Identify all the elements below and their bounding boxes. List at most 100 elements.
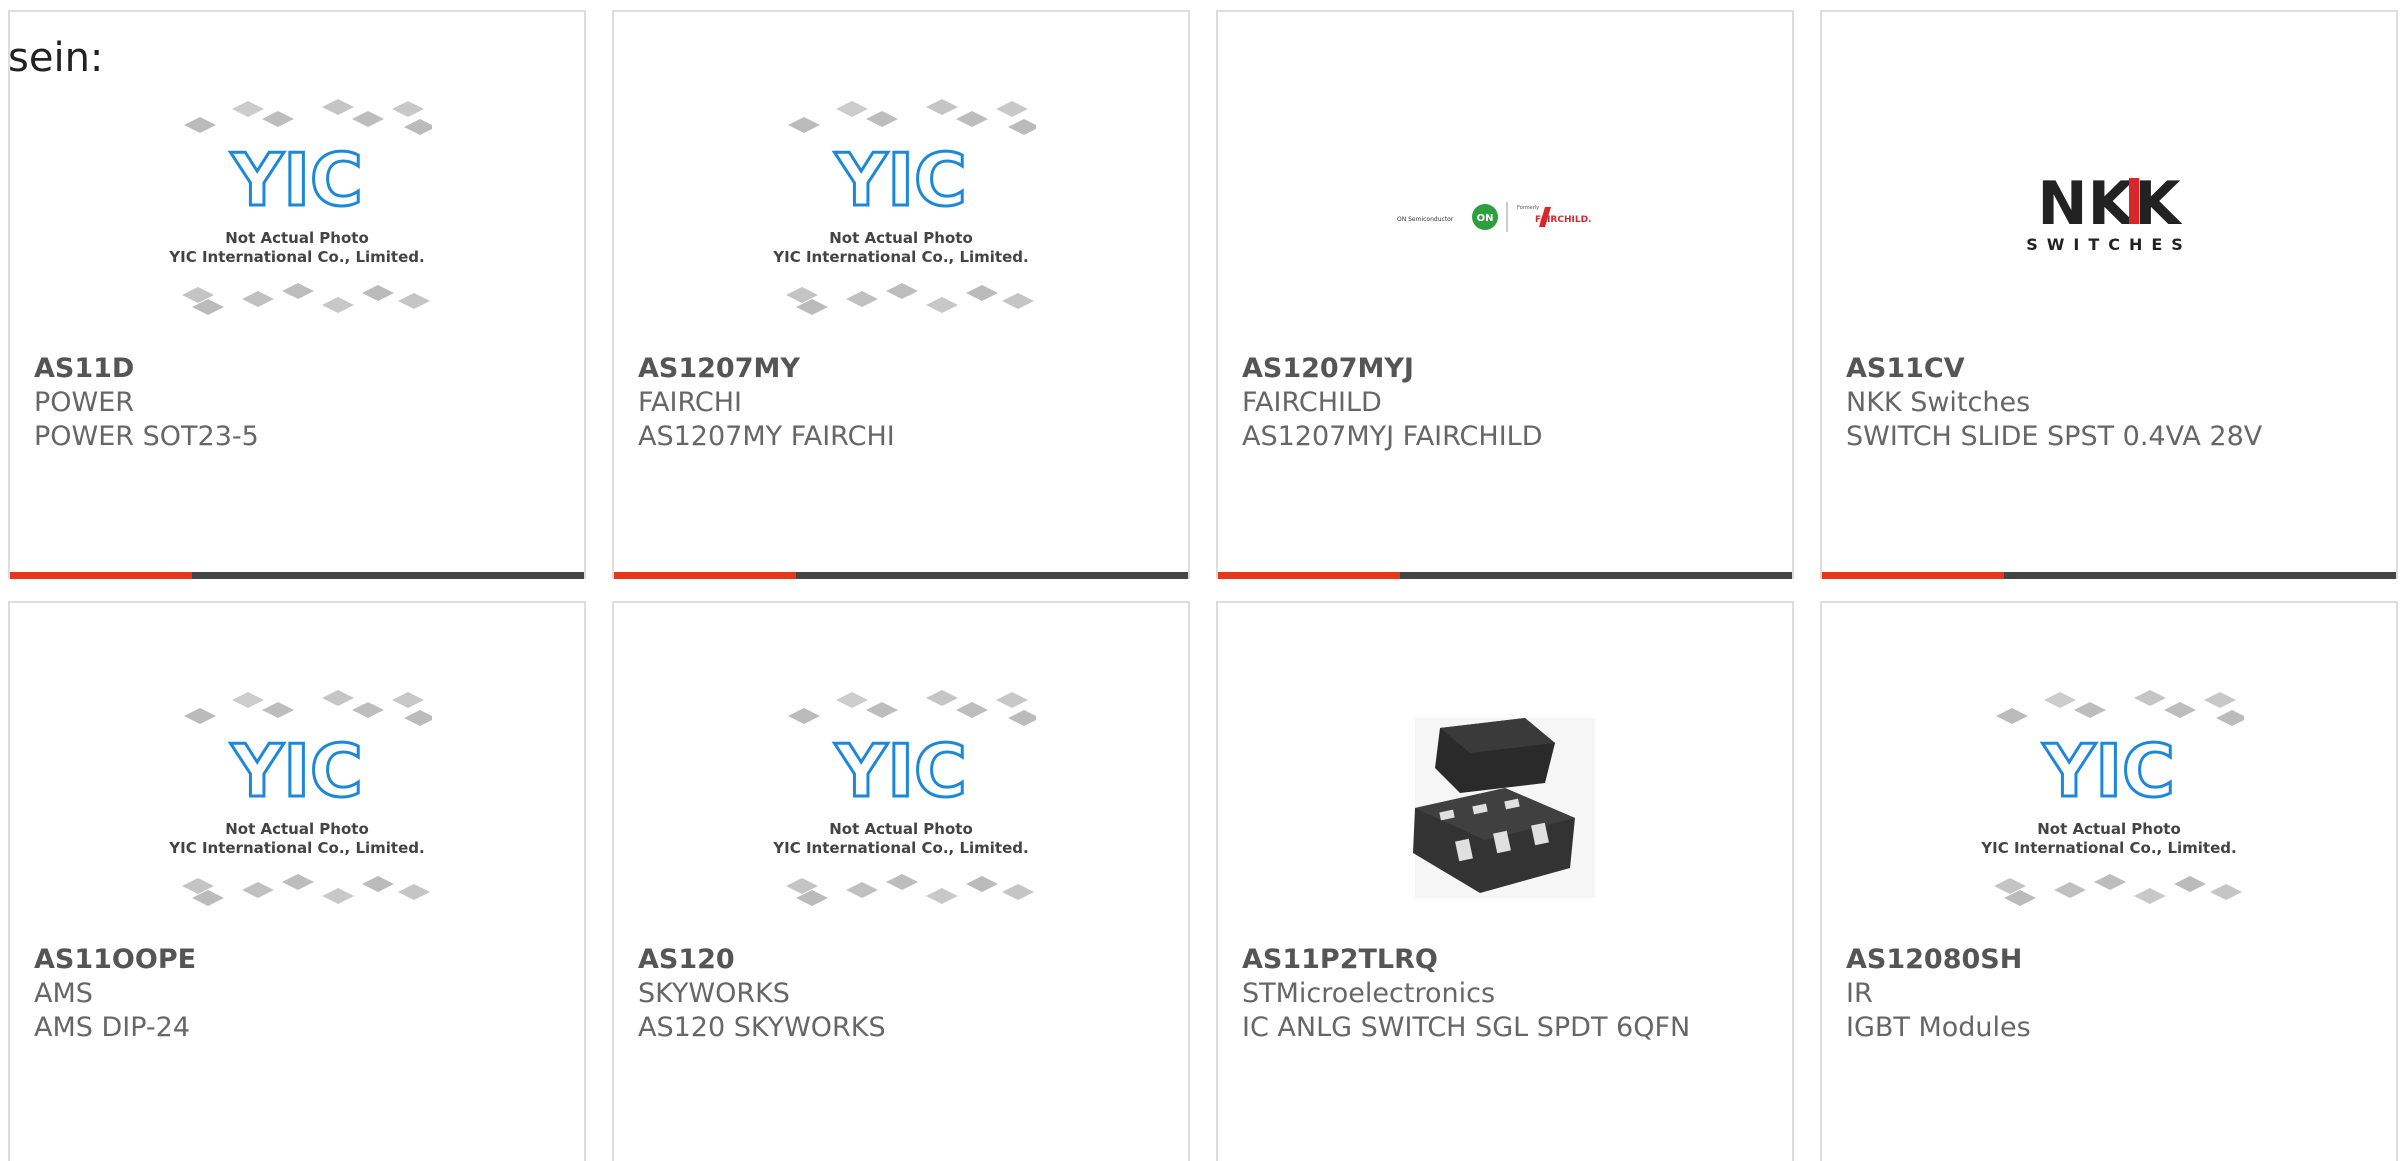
manufacturer-name: SKYWORKS bbox=[638, 978, 790, 1009]
card-bottom-bar bbox=[614, 572, 1188, 579]
chip-illustration bbox=[392, 101, 424, 117]
chip-illustration bbox=[788, 117, 820, 133]
company-name-label: YIC International Co., Limited. bbox=[168, 248, 424, 266]
chip-illustration bbox=[866, 702, 898, 718]
chip-illustration bbox=[2134, 690, 2166, 706]
formerly-text: Formerly bbox=[1517, 205, 1539, 211]
nkk-logo-text: NKK bbox=[2037, 172, 2183, 239]
part-number-link[interactable]: AS1207MYJ bbox=[1242, 352, 1768, 386]
chip-illustration bbox=[352, 111, 384, 127]
card-accent-bar bbox=[1822, 572, 2004, 579]
chip-illustration bbox=[2210, 884, 2242, 900]
qfn-chip-photo bbox=[1413, 718, 1595, 898]
card-bottom-bar bbox=[10, 572, 584, 579]
placeholder-image: YIC Not Actual Photo YIC International Co.… bbox=[766, 686, 1040, 930]
product-card[interactable]: YIC Not Actual Photo YIC International Co.… bbox=[8, 10, 586, 579]
card-bottom-bar bbox=[1822, 572, 2396, 579]
chip-illustration bbox=[262, 111, 294, 127]
product-image[interactable]: YIC Not Actual Photo YIC International Co.… bbox=[614, 92, 1188, 342]
product-image[interactable]: YIC Not Actual Photo YIC International Co.… bbox=[1822, 683, 2396, 933]
placeholder-graphic: YIC Not Actual PhotoYIC International Co.… bbox=[168, 99, 436, 315]
chip-illustration bbox=[362, 285, 394, 301]
on-semi-text: ON Semiconductor bbox=[1397, 216, 1454, 223]
yic-logo: YIC bbox=[834, 138, 967, 222]
nkk-red-accent bbox=[2129, 178, 2139, 224]
placeholder-image: YIC Not Actual Photo YIC International Co.… bbox=[162, 686, 436, 930]
chip-illustration bbox=[2094, 874, 2126, 890]
chip-illustration bbox=[242, 882, 274, 898]
chip-illustration bbox=[404, 710, 436, 726]
card-accent-bar bbox=[614, 572, 796, 579]
placeholder-graphic: YIC Not Actual PhotoYIC International Co.… bbox=[1980, 690, 2248, 906]
placeholder-image: YIC Not Actual Photo YIC International Co.… bbox=[766, 95, 1040, 339]
chip-illustration bbox=[2054, 882, 2086, 898]
part-number-link[interactable]: AS1207MY bbox=[638, 352, 1164, 386]
chip-illustration bbox=[2044, 692, 2076, 708]
part-number-link[interactable]: AS11CV bbox=[1846, 352, 2372, 386]
chip-illustration bbox=[966, 285, 998, 301]
product-image[interactable]: YIC Not Actual Photo YIC International Co.… bbox=[614, 683, 1188, 933]
product-image[interactable]: YIC Not Actual Photo YIC International Co.… bbox=[10, 683, 584, 933]
product-image[interactable] bbox=[1218, 683, 1792, 933]
chip-illustration bbox=[232, 101, 264, 117]
chip-illustration bbox=[836, 692, 868, 708]
chip-illustration bbox=[322, 888, 354, 904]
card-bottom-bar bbox=[1218, 572, 1792, 579]
not-actual-photo-label: Not Actual Photo bbox=[829, 229, 973, 247]
manufacturer-name: POWER bbox=[34, 387, 135, 418]
product-image[interactable]: YIC Not Actual Photo YIC International Co.… bbox=[10, 92, 584, 342]
card-accent-bar bbox=[1218, 572, 1400, 579]
chip-illustration bbox=[956, 702, 988, 718]
chip-illustration bbox=[788, 708, 820, 724]
nkk-switches-text: SWITCHES bbox=[2026, 235, 2192, 254]
chip-illustration bbox=[262, 702, 294, 718]
card-accent-bar bbox=[10, 572, 192, 579]
product-image[interactable]: NKK SWITCHES bbox=[1822, 92, 2396, 342]
manufacturer-name: FAIRCHILD bbox=[1242, 387, 1382, 418]
not-actual-photo-label: Not Actual Photo bbox=[225, 820, 369, 838]
company-name-label: YIC International Co., Limited. bbox=[1980, 839, 2236, 857]
part-number-link[interactable]: AS120 bbox=[638, 943, 1164, 977]
chip-illustration bbox=[322, 297, 354, 313]
product-image[interactable]: ON Semiconductor ON Formerly FAIRCHILD. bbox=[1218, 92, 1792, 342]
part-number-link[interactable]: AS11OOPE bbox=[34, 943, 560, 977]
chip-illustration bbox=[926, 99, 958, 115]
product-description: IGBT Modules bbox=[1846, 1012, 2031, 1043]
chip-illustration bbox=[1008, 710, 1040, 726]
chip-illustration bbox=[926, 888, 958, 904]
chip-illustration bbox=[926, 297, 958, 313]
product-description: AS120 SKYWORKS bbox=[638, 1012, 886, 1043]
chip-illustration bbox=[398, 884, 430, 900]
chip-illustration bbox=[956, 111, 988, 127]
chip-illustration bbox=[1008, 119, 1040, 135]
yic-logo: YIC bbox=[230, 138, 363, 222]
manufacturer-name: IR bbox=[1846, 978, 1873, 1009]
chip-illustration bbox=[996, 692, 1028, 708]
yic-logo: YIC bbox=[230, 729, 363, 813]
chip-illustration bbox=[966, 876, 998, 892]
chip-illustration bbox=[404, 119, 436, 135]
product-card[interactable]: YIC Not Actual Photo YIC International Co.… bbox=[8, 601, 586, 1161]
part-number-link[interactable]: AS11D bbox=[34, 352, 560, 386]
chip-illustration bbox=[886, 283, 918, 299]
product-card[interactable]: YIC Not Actual Photo YIC International Co.… bbox=[1820, 601, 2398, 1161]
chip-illustration bbox=[2174, 876, 2206, 892]
product-card[interactable]: ON Semiconductor ON Formerly FAIRCHILD. … bbox=[1216, 10, 1794, 579]
chip-illustration bbox=[352, 702, 384, 718]
chip-illustration bbox=[886, 874, 918, 890]
product-card[interactable]: AS11P2TLRQ STMicroelectronics IC ANLG SW… bbox=[1216, 601, 1794, 1161]
chip-illustration bbox=[926, 690, 958, 706]
product-card[interactable]: YIC Not Actual Photo YIC International Co.… bbox=[612, 601, 1190, 1161]
product-card[interactable]: NKK SWITCHES AS11CV NKK Switches SWITCH … bbox=[1820, 10, 2398, 579]
chip-illustration bbox=[2164, 702, 2196, 718]
nkk-logo: NKK SWITCHES bbox=[2026, 172, 2192, 254]
chip-illustration bbox=[1996, 708, 2028, 724]
chip-illustration bbox=[282, 283, 314, 299]
chip-illustration bbox=[398, 293, 430, 309]
manufacturer-name: AMS bbox=[34, 978, 93, 1009]
part-number-link[interactable]: AS12080SH bbox=[1846, 943, 2372, 977]
part-number-link[interactable]: AS11P2TLRQ bbox=[1242, 943, 1768, 977]
placeholder-image: YIC Not Actual Photo YIC International Co.… bbox=[1974, 686, 2248, 930]
product-card[interactable]: YIC Not Actual Photo YIC International Co.… bbox=[612, 10, 1190, 579]
chip-illustration bbox=[996, 101, 1028, 117]
